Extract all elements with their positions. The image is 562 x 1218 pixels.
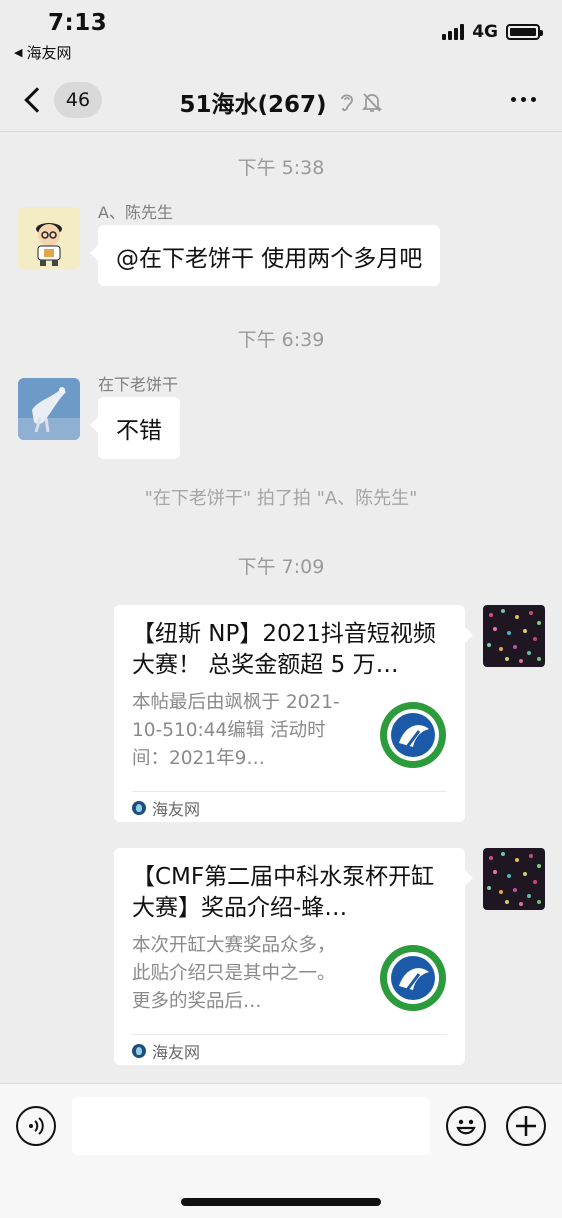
back-app-label: 海友网: [26, 44, 72, 62]
home-indicator[interactable]: [181, 1198, 381, 1206]
self-avatar[interactable]: [483, 848, 545, 910]
chat-title: 51海水(267): [179, 92, 327, 118]
link-card[interactable]: 【纽斯 NP】2021抖音短视频大赛！ 总奖金额超 5 万… 本帖最后由飒枫于 …: [114, 605, 473, 823]
self-avatar[interactable]: [483, 605, 545, 667]
status-bar: 7:13 ◀ 海友网 4G: [0, 0, 562, 70]
bell-off-icon: [361, 93, 382, 112]
card-source-name: 海友网: [152, 1042, 201, 1062]
club-logo-icon: [380, 702, 446, 768]
card-source: 海友网: [132, 1034, 447, 1066]
bird-avatar-image: [18, 378, 80, 440]
link-card[interactable]: 【CMF第二届中科水泵杯开缸大赛】奖品介绍-蜂… 本次开缸大赛奖品众多，此贴介绍…: [114, 848, 473, 1066]
sender-name: A、陈先生: [98, 203, 173, 222]
card-source-name: 海友网: [152, 799, 201, 819]
timestamp: 下午 6:39: [237, 329, 325, 351]
message-input[interactable]: [72, 1097, 430, 1155]
source-logo-icon: [132, 800, 146, 815]
avatar[interactable]: [18, 207, 80, 269]
club-logo-icon: [380, 945, 446, 1011]
cartoon-avatar-image: [18, 207, 80, 269]
status-time: 7:13: [48, 10, 108, 36]
back-triangle-icon: ◀: [14, 46, 23, 59]
source-logo-icon: [132, 1043, 146, 1058]
card-source: 海友网: [132, 791, 447, 823]
chat-title-area: 51海水(267): [0, 85, 562, 119]
timestamp: 下午 5:38: [237, 157, 325, 179]
sender-name: 在下老饼干: [98, 375, 179, 394]
system-notice: "在下老饼干" 拍了拍 "A、陈先生": [144, 488, 418, 509]
battery-icon: [506, 24, 543, 40]
voice-icon[interactable]: [16, 1106, 56, 1146]
ear-icon: [340, 94, 353, 112]
coral-avatar-image: [483, 848, 545, 910]
card-title: 【CMF第二届中科水泵杯开缸大赛】奖品介绍-蜂…: [132, 864, 435, 921]
message-text: @在下老饼干 使用两个多月吧: [116, 245, 423, 272]
card-title: 【纽斯 NP】2021抖音短视频大赛！ 总奖金额超 5 万…: [132, 621, 436, 678]
signal-icon: [442, 24, 465, 40]
more-icon[interactable]: [511, 97, 536, 102]
emoji-icon[interactable]: [446, 1106, 486, 1146]
plus-icon[interactable]: [506, 1106, 546, 1146]
status-indicators: 4G: [442, 22, 543, 42]
chat-header: 46 51海水(267): [0, 70, 562, 132]
card-description: 本次开缸大赛奖品众多，此贴介绍只是其中之一。更多的奖品后…: [132, 935, 336, 1012]
coral-avatar-image: [483, 605, 545, 667]
card-description: 本帖最后由飒枫于 2021-10-510:44编辑 活动时间：2021年9…: [132, 692, 340, 769]
message-list[interactable]: 下午 5:38 A、陈先生 @在下老饼干 使用两个多月吧 下午 6:39 在下老…: [0, 133, 562, 1083]
message-bubble[interactable]: @在下老饼干 使用两个多月吧: [89, 225, 441, 286]
network-type: 4G: [472, 22, 498, 42]
back-to-app-link[interactable]: ◀ 海友网: [14, 42, 71, 63]
timestamp: 下午 7:09: [237, 556, 325, 578]
message-text: 不错: [116, 418, 162, 444]
message-bubble[interactable]: 不错: [90, 397, 180, 459]
avatar[interactable]: [18, 378, 80, 440]
